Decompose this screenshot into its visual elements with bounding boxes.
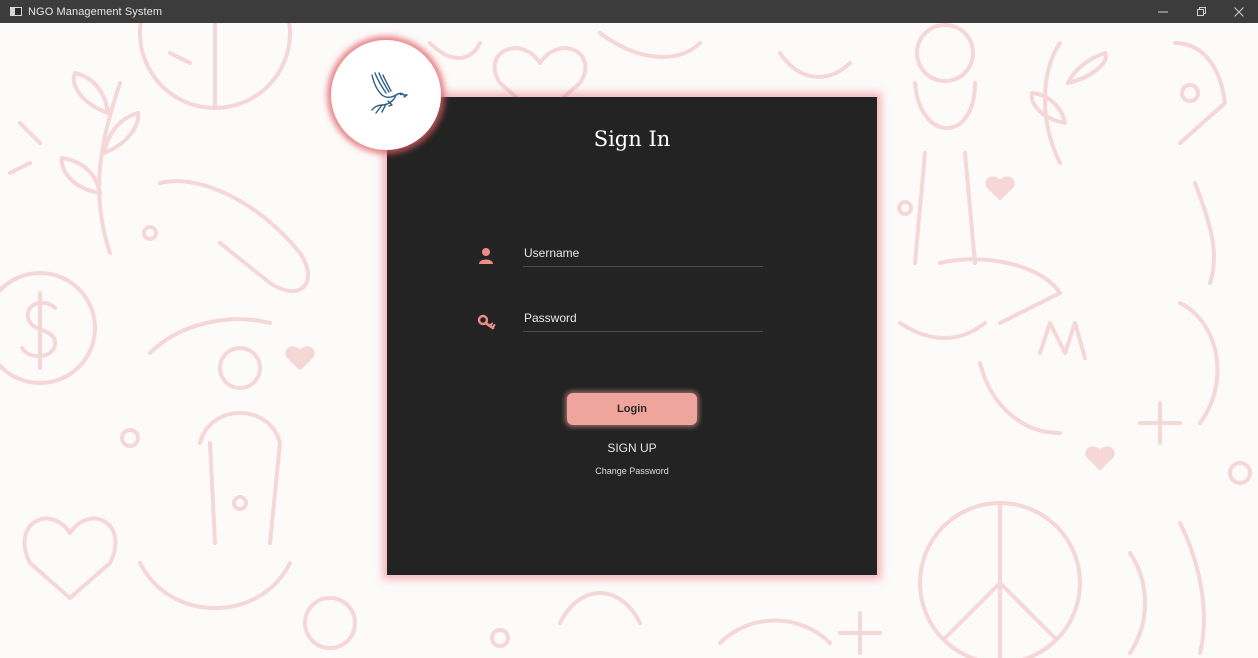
sign-in-title: Sign In (593, 127, 671, 151)
restore-icon[interactable] (1182, 0, 1220, 23)
window-titlebar: NGO Management System (0, 0, 1258, 23)
username-input[interactable] (523, 243, 765, 263)
user-icon (476, 246, 496, 266)
sign-up-link[interactable]: SIGN UP (387, 441, 877, 455)
dove-icon (358, 65, 414, 126)
password-input[interactable] (523, 308, 765, 328)
login-card (387, 97, 877, 575)
login-button[interactable]: Login (567, 393, 697, 425)
minimize-icon[interactable] (1144, 0, 1182, 23)
key-icon (477, 312, 497, 332)
window-controls (1144, 0, 1258, 23)
change-password-link[interactable]: Change Password (387, 466, 877, 476)
username-field (523, 243, 765, 267)
password-field (523, 308, 765, 332)
close-icon[interactable] (1220, 0, 1258, 23)
app-icon (10, 7, 22, 16)
window-title: NGO Management System (28, 5, 163, 18)
